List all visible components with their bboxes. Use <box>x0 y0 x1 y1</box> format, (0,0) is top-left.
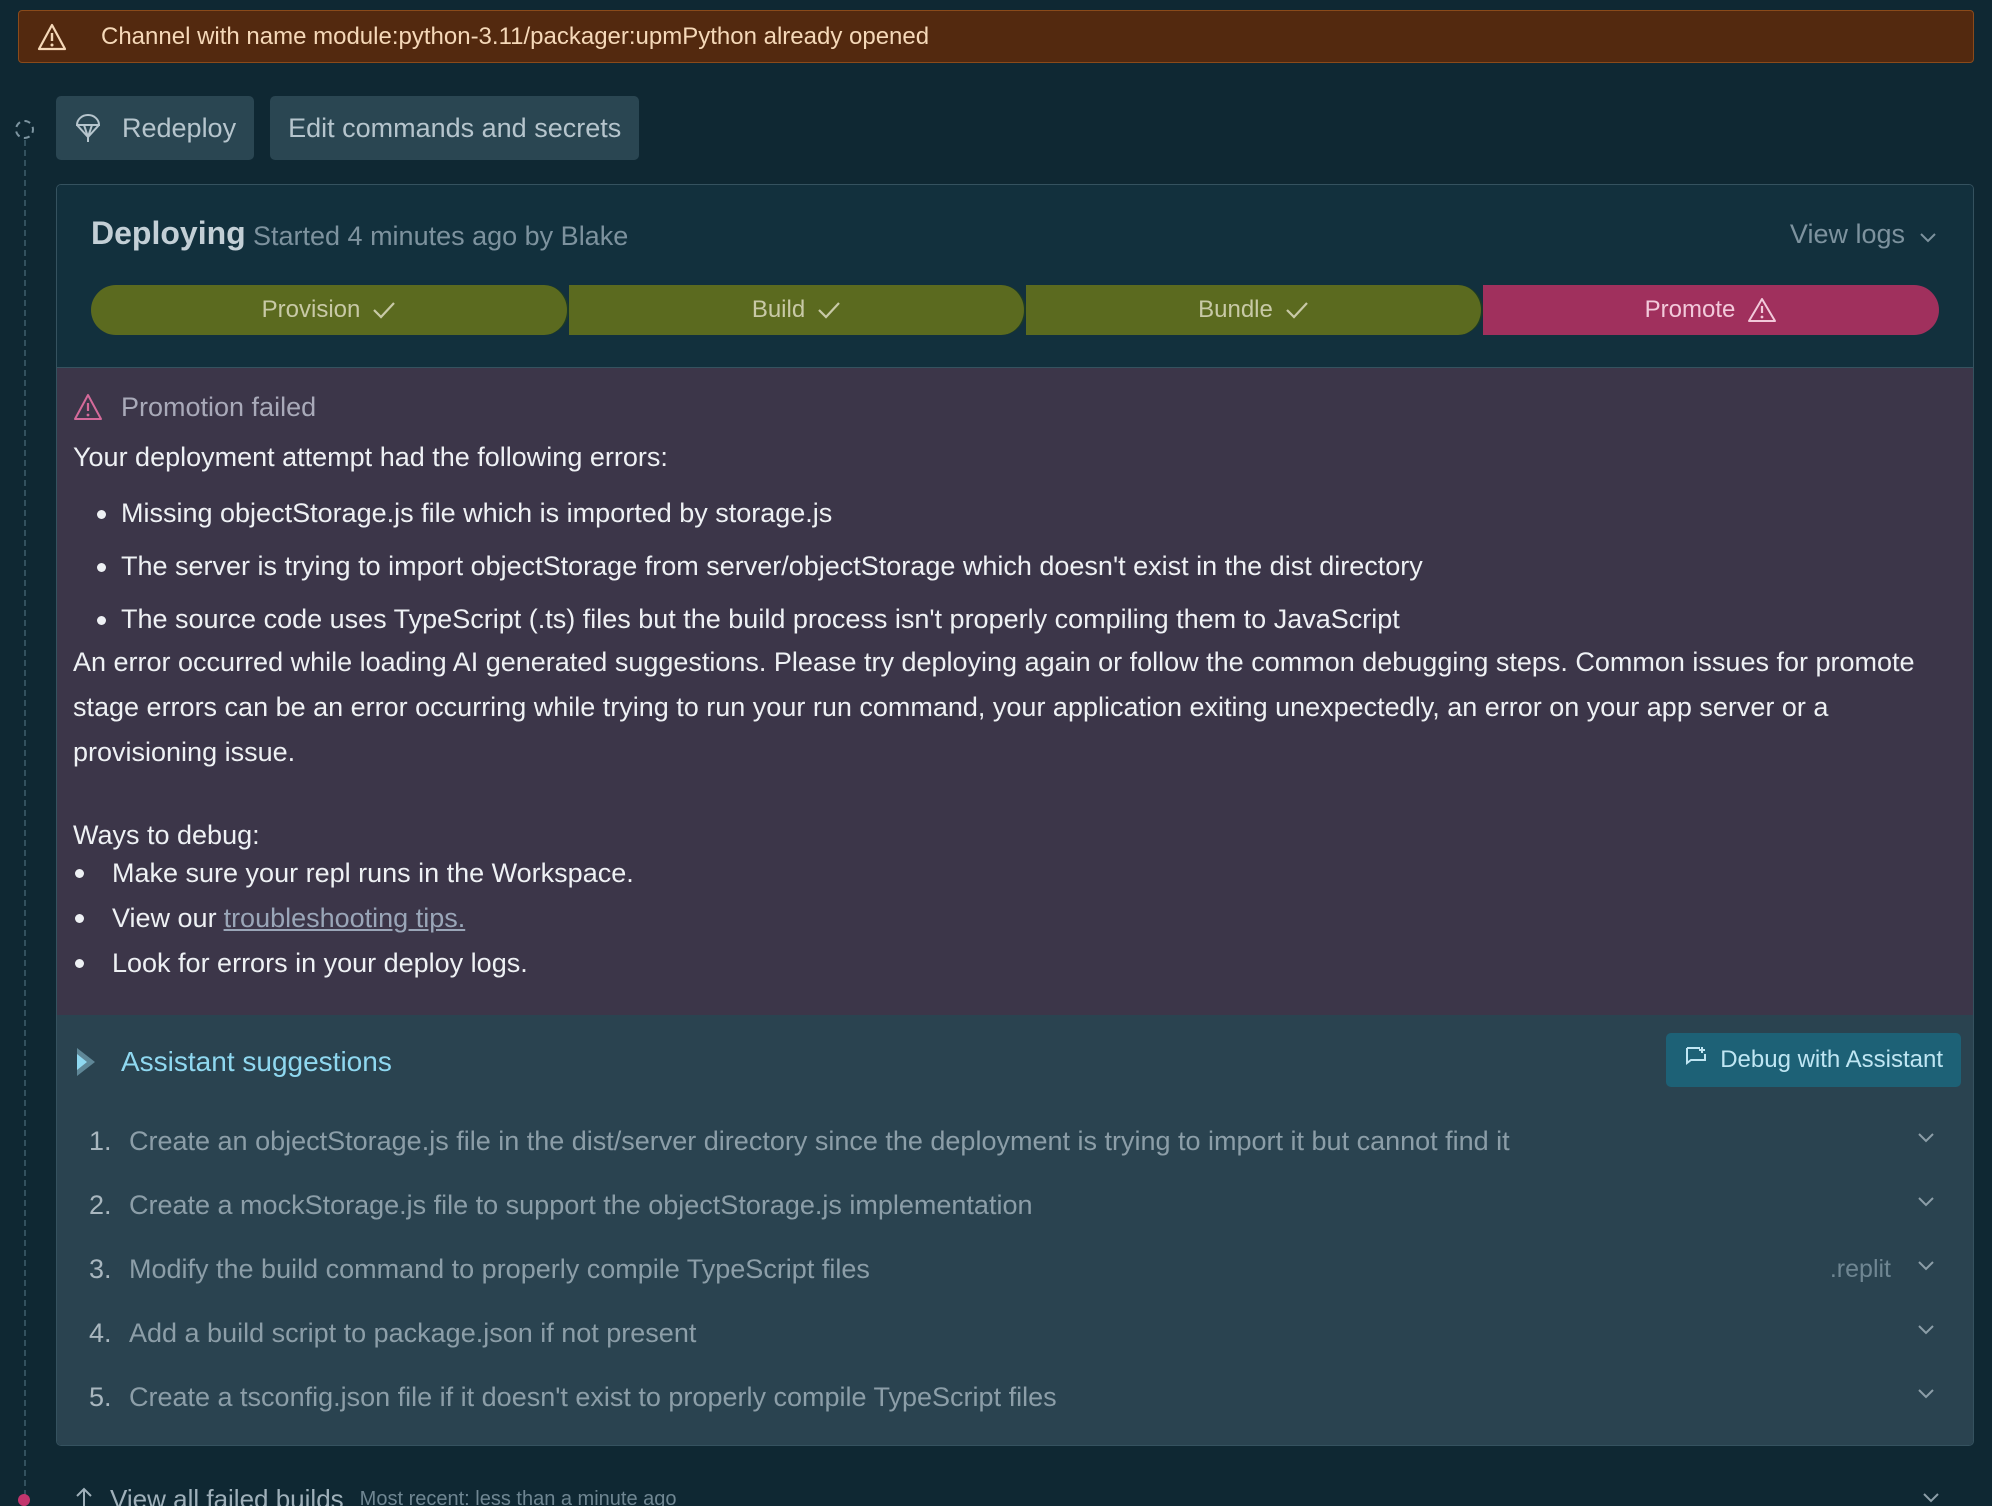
list-item: Look for errors in your deploy logs. <box>73 941 1955 986</box>
stage-label: Build <box>751 296 806 323</box>
deployment-actions: Redeploy Edit commands and secrets <box>56 96 640 160</box>
assistant-icon <box>73 1047 103 1077</box>
chevron-down-icon <box>1917 1131 1935 1143</box>
list-item-text: View our <box>112 903 217 933</box>
suggestion-text: Create a mockStorage.js file to support … <box>129 1189 1033 1220</box>
stage-label: Bundle <box>1198 296 1273 323</box>
suggestion-number: 2. <box>89 1189 112 1220</box>
suggestion-item[interactable]: 1. Create an objectStorage.js file in th… <box>73 1109 1957 1173</box>
list-item: Make sure your repl runs in the Workspac… <box>73 851 1955 896</box>
stage-provision: Provision <box>91 285 569 335</box>
error-intro: Your deployment attempt had the followin… <box>73 442 668 472</box>
suggestion-item[interactable]: 5. Create a tsconfig.json file if it doe… <box>73 1365 1957 1429</box>
suggestion-number: 3. <box>89 1253 112 1284</box>
view-logs-button[interactable]: View logs <box>1790 219 1937 250</box>
error-paragraph: An error occurred while loading AI gener… <box>73 647 1915 767</box>
debug-with-assistant-button[interactable]: Debug with Assistant <box>1666 1033 1961 1087</box>
chevron-down-icon <box>1917 1323 1935 1335</box>
stage-progress-bar: Provision Build Bundle Promote <box>91 285 1939 335</box>
arrow-up-icon <box>74 1484 94 1506</box>
banner-text: Channel with name module:python-3.11/pac… <box>101 22 930 50</box>
list-item: The source code uses TypeScript (.ts) fi… <box>73 593 1955 646</box>
edit-commands-button[interactable]: Edit commands and secrets <box>270 96 640 160</box>
chevron-down-icon <box>1917 1259 1935 1271</box>
suggestion-text: Create a tsconfig.json file if it doesn'… <box>129 1381 1057 1412</box>
error-title: Promotion failed <box>121 391 317 422</box>
file-tag: .replit <box>1829 1254 1891 1283</box>
deployment-card: Deploying Started 4 minutes ago by Blake… <box>56 184 1974 1446</box>
warning-triangle-icon <box>37 22 67 52</box>
stage-promote: Promote <box>1483 285 1939 335</box>
failed-builds-sub: Most recent: less than a minute ago <box>359 1488 677 1506</box>
checkmark-icon <box>372 300 396 320</box>
deployment-header: Deploying Started 4 minutes ago by Blake… <box>57 185 1973 367</box>
ways-to-debug-list: Make sure your repl runs in the Workspac… <box>73 851 1955 986</box>
checkmark-icon <box>1285 300 1309 320</box>
failed-builds-label: View all failed builds <box>110 1484 344 1506</box>
suggestion-number: 4. <box>89 1317 112 1348</box>
debug-button-label: Debug with Assistant <box>1720 1046 1943 1073</box>
stage-label: Promote <box>1644 296 1736 323</box>
view-failed-builds[interactable]: View all failed builds Most recent: less… <box>74 1484 677 1506</box>
stage-label: Provision <box>261 296 361 323</box>
stage-build: Build <box>569 285 1026 335</box>
chevron-down-icon <box>1917 1387 1935 1399</box>
warning-triangle-icon <box>73 392 103 422</box>
suggestion-text: Create an objectStorage.js file in the d… <box>129 1125 1510 1156</box>
suggestion-text: Modify the build command to properly com… <box>129 1253 870 1284</box>
suggestion-list: 1. Create an objectStorage.js file in th… <box>73 1109 1957 1429</box>
error-panel: Promotion failed Your deployment attempt… <box>57 367 1973 1015</box>
parachute-icon <box>74 113 104 143</box>
suggestion-item[interactable]: 2. Create a mockStorage.js file to suppo… <box>73 1173 1957 1237</box>
assistant-title: Assistant suggestions <box>121 1046 392 1077</box>
error-list: Missing objectStorage.js file which is i… <box>73 487 1955 646</box>
assistant-header: Assistant suggestions Debug with Assista… <box>73 1015 1961 1109</box>
suggestion-text: Add a build script to package.json if no… <box>129 1317 697 1348</box>
suggestion-number: 1. <box>89 1125 112 1156</box>
chevron-down-icon <box>1917 1195 1935 1207</box>
list-item: The server is trying to import objectSto… <box>73 540 1955 593</box>
edit-commands-label: Edit commands and secrets <box>288 112 622 143</box>
timeline-line <box>24 140 26 1506</box>
stage-bundle: Bundle <box>1026 285 1483 335</box>
list-item: View our troubleshooting tips. <box>73 896 1955 941</box>
warning-banner: Channel with name module:python-3.11/pac… <box>18 10 1974 63</box>
ways-to-debug-title: Ways to debug: <box>73 820 260 850</box>
assistant-panel: Assistant suggestions Debug with Assista… <box>57 1015 1973 1445</box>
error-header: Promotion failed <box>73 390 1955 424</box>
suggestion-item[interactable]: 4. Add a build script to package.json if… <box>73 1301 1957 1365</box>
deployment-status: Deploying <box>91 215 246 251</box>
deployment-subtitle: Started 4 minutes ago by Blake <box>253 221 629 251</box>
checkmark-icon <box>817 300 841 320</box>
chevron-down-icon <box>1919 219 1937 250</box>
suggestion-number: 5. <box>89 1381 112 1412</box>
timeline-failed-dot <box>18 1494 30 1506</box>
chat-icon <box>1684 1045 1708 1076</box>
redeploy-button[interactable]: Redeploy <box>56 96 255 160</box>
suggestion-item[interactable]: 3. Modify the build command to properly … <box>73 1237 1957 1301</box>
redeploy-label: Redeploy <box>122 112 237 143</box>
warning-triangle-icon <box>1747 297 1777 323</box>
chevron-down-icon[interactable] <box>1922 1490 1940 1506</box>
list-item: Missing objectStorage.js file which is i… <box>73 487 1955 540</box>
troubleshooting-link[interactable]: troubleshooting tips. <box>224 903 466 934</box>
timeline-node-icon <box>15 120 34 139</box>
view-logs-label: View logs <box>1789 219 1905 249</box>
